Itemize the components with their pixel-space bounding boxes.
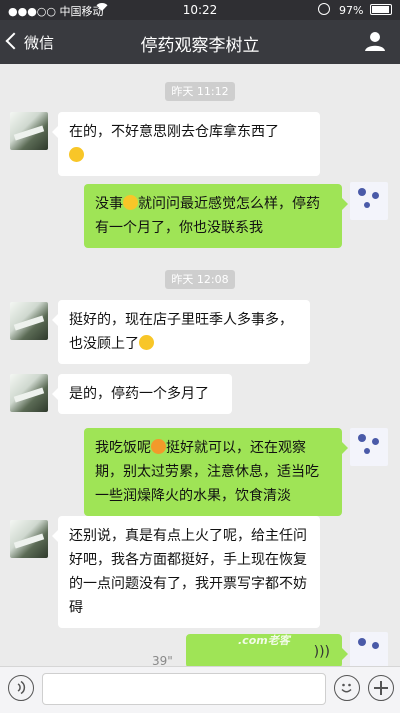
timestamp: 昨天 11:12	[0, 80, 400, 101]
orientation-lock-icon	[317, 3, 330, 15]
emoji-icon[interactable]	[334, 675, 360, 701]
battery-status: 97%	[317, 3, 392, 17]
message-bubble-incoming[interactable]: 是的，停药一个多月了	[52, 374, 232, 414]
person-icon[interactable]	[364, 30, 386, 52]
voice-icon[interactable]	[8, 675, 34, 701]
chat-title: 停药观察李树立	[140, 36, 260, 56]
contact-avatar[interactable]	[10, 520, 48, 558]
message-input[interactable]	[42, 673, 326, 705]
message-bubble-incoming[interactable]: 挺好的，现在店子里旺季人多事多，也没顾上了	[52, 300, 310, 364]
grin-emoji-icon	[69, 147, 84, 162]
message-bubble-incoming[interactable]: 在的，不好意思刚去仓库拿东西了	[52, 112, 320, 176]
input-bar	[0, 666, 400, 713]
watermark: Laoke .com老客	[200, 612, 290, 647]
nav-bar: 微信 停药观察李树立	[0, 20, 400, 64]
plus-icon[interactable]	[368, 675, 394, 701]
message-bubble-outgoing[interactable]: 我吃饭呢 挺好就可以，还在观察期，别太过劳累，注意休息，适当吃一些润燥降火的水果，…	[84, 428, 348, 516]
contact-avatar[interactable]	[10, 112, 48, 150]
smile-emoji-icon	[123, 195, 138, 210]
battery-icon	[370, 4, 392, 15]
embarrassed-emoji-icon	[139, 335, 154, 350]
message-bubble-outgoing[interactable]: 没事 就问问最近感觉怎么样，停药有一个月了，你也没联系我	[84, 184, 348, 248]
status-bar: ●●●○○ 中国移动 10:22 97%	[0, 0, 400, 20]
eating-emoji-icon	[151, 439, 166, 454]
my-avatar[interactable]	[350, 182, 388, 220]
my-avatar[interactable]	[350, 632, 388, 670]
timestamp: 昨天 12:08	[0, 268, 400, 289]
contact-avatar[interactable]	[10, 302, 48, 340]
voice-wave-icon: )))	[313, 644, 330, 660]
my-avatar[interactable]	[350, 428, 388, 466]
contact-avatar[interactable]	[10, 374, 48, 412]
